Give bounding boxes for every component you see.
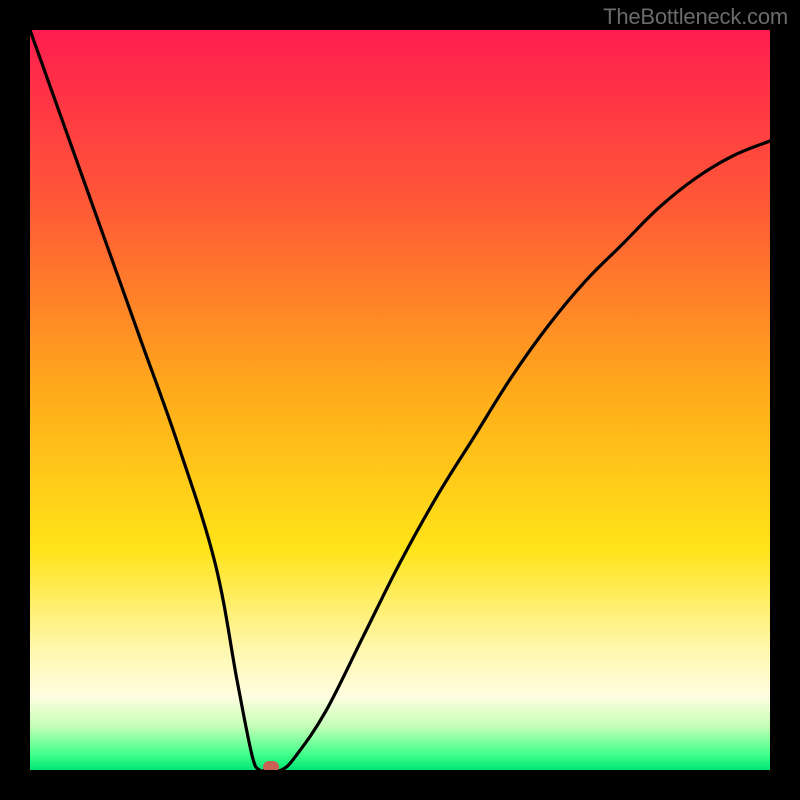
chart-frame: TheBottleneck.com	[0, 0, 800, 800]
optimal-point-marker	[263, 761, 279, 770]
attribution-label: TheBottleneck.com	[603, 4, 788, 30]
bottleneck-curve	[30, 30, 770, 770]
plot-area	[30, 30, 770, 770]
